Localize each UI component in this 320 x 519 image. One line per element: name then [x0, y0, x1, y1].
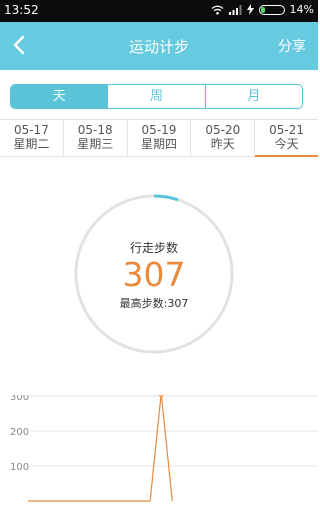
weekday-label: 星期四 [140, 137, 177, 151]
date-label: 05-18 [77, 123, 113, 137]
date-item-05-17[interactable]: 05-17 星期二 [0, 120, 63, 156]
weekday-label: 星期三 [77, 137, 114, 151]
peak-point [158, 395, 164, 397]
date-label: 05-17 [13, 123, 49, 137]
weekday-label: 星期二 [13, 137, 50, 151]
max-steps-label: 最高步数:307 [119, 297, 189, 310]
tab-day[interactable]: 天 [11, 85, 108, 108]
steps-value: 307 [122, 255, 186, 294]
hourly-steps-chart: 100200300307 [10, 395, 318, 502]
weekday-label: 今天 [274, 137, 299, 151]
steps-label: 行走步数 [129, 241, 178, 255]
charging-icon [246, 4, 254, 15]
date-item-05-18[interactable]: 05-18 星期三 [62, 120, 127, 156]
period-tabs: 天 周 月 [10, 84, 303, 109]
date-item-05-21[interactable]: 05-21 今天 [254, 120, 318, 157]
y-tick-label: 300 [10, 395, 29, 403]
wifi-icon [211, 5, 223, 15]
app-header: 运动计步 分享 [0, 22, 318, 70]
page-title: 运动计步 [128, 38, 189, 56]
status-icons: 14% [211, 3, 314, 16]
battery-icon [258, 4, 285, 15]
signal-icon [228, 4, 242, 15]
date-label: 05-19 [141, 123, 177, 137]
date-label: 05-20 [205, 123, 241, 137]
date-label: 05-21 [269, 123, 305, 137]
status-bar: 13:52 14% [0, 0, 318, 22]
share-button[interactable]: 分享 [278, 36, 306, 56]
tab-week[interactable]: 周 [107, 85, 204, 108]
step-ring: 行走步数 307 最高步数:307 [73, 193, 235, 355]
tab-month[interactable]: 月 [204, 85, 302, 108]
y-tick-label: 100 [10, 462, 29, 473]
date-selector: 05-17 星期二 05-18 星期三 05-19 星期四 05-20 昨天 0… [0, 119, 318, 157]
status-time: 13:52 [4, 3, 39, 17]
date-item-05-19[interactable]: 05-19 星期四 [126, 120, 191, 156]
weekday-label: 昨天 [210, 137, 235, 151]
date-item-05-20[interactable]: 05-20 昨天 [190, 120, 254, 156]
steps-series-line [28, 395, 173, 502]
battery-percent: 14% [289, 3, 314, 16]
y-tick-label: 200 [10, 427, 29, 438]
